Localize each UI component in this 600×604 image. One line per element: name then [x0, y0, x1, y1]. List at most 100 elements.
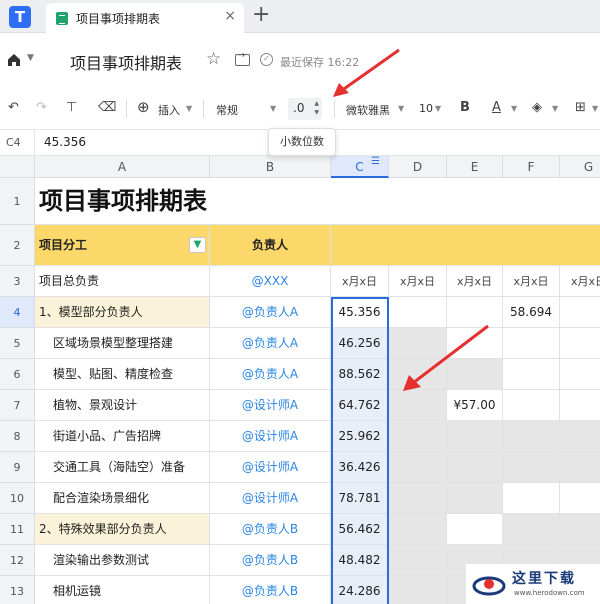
value-cell-e[interactable] [447, 483, 503, 514]
cell-reference[interactable]: C4 [6, 136, 21, 149]
value-cell-c[interactable]: 46.256 [331, 328, 389, 359]
value-cell-f[interactable] [503, 359, 560, 390]
chevron-down-icon[interactable]: ▼ [27, 53, 34, 63]
column-header-g[interactable]: G [560, 156, 600, 178]
owner-cell[interactable]: @负责人B [210, 514, 331, 545]
header-cell-dates[interactable] [331, 225, 600, 266]
value-cell-g[interactable] [560, 359, 600, 390]
clear-format-icon[interactable]: ⌫ [98, 100, 116, 115]
column-header-e[interactable]: E [447, 156, 503, 178]
owner-cell[interactable]: @负责人B [210, 545, 331, 576]
value-cell-e[interactable] [447, 514, 503, 545]
select-all-corner[interactable] [0, 156, 35, 178]
value-cell-d[interactable] [389, 452, 447, 483]
filter-icon[interactable]: ▼ [189, 237, 206, 253]
value-cell-f[interactable] [503, 421, 560, 452]
chevron-down-icon[interactable]: ▼ [592, 104, 598, 113]
redo-icon[interactable]: ↷ [36, 100, 47, 115]
value-cell-c[interactable]: 45.356 [331, 297, 389, 328]
value-cell-e[interactable] [447, 297, 503, 328]
value-cell-f[interactable] [503, 483, 560, 514]
increase-decimal-icon[interactable]: ▲ [314, 100, 319, 107]
value-cell-e[interactable] [447, 359, 503, 390]
header-cell-project[interactable]: 项目分工 [35, 225, 210, 266]
task-cell[interactable]: 渲染输出参数测试 [35, 545, 210, 576]
formula-input[interactable]: 45.356 [44, 135, 86, 149]
date-header-cell[interactable]: x月x日 [331, 266, 389, 297]
value-cell-f[interactable] [503, 452, 560, 483]
date-header-cell[interactable]: x月x日 [447, 266, 503, 297]
value-cell-g[interactable] [560, 390, 600, 421]
row-header-9[interactable]: 9 [0, 452, 35, 483]
app-logo-icon[interactable]: T [9, 6, 31, 28]
value-cell-f[interactable] [503, 390, 560, 421]
spreadsheet-grid[interactable]: A B C ☰ D E F G 1 2 3 4 5 6 7 8 9 10 11 12 13 项目事项排期表 项目分工 负责人 ▼… [0, 156, 600, 604]
value-cell-g[interactable] [560, 421, 600, 452]
row-header-11[interactable]: 11 [0, 514, 35, 545]
value-cell-e[interactable] [447, 421, 503, 452]
value-cell-e[interactable] [447, 328, 503, 359]
column-header-b[interactable]: B [210, 156, 331, 178]
value-cell-g[interactable] [560, 452, 600, 483]
task-cell[interactable]: 2、特殊效果部分负责人 [35, 514, 210, 545]
value-cell-d[interactable] [389, 421, 447, 452]
value-cell-d[interactable] [389, 576, 447, 604]
chevron-down-icon[interactable]: ▼ [511, 104, 517, 113]
chevron-down-icon[interactable]: ▼ [398, 104, 404, 113]
value-cell-c[interactable]: 25.962 [331, 421, 389, 452]
column-header-a[interactable]: A [35, 156, 210, 178]
task-cell[interactable]: 配合渲染场景细化 [35, 483, 210, 514]
value-cell-c[interactable]: 88.562 [331, 359, 389, 390]
owner-cell[interactable]: @设计师A [210, 483, 331, 514]
close-icon[interactable]: × [224, 8, 236, 24]
row-header-12[interactable]: 12 [0, 545, 35, 576]
owner-cell[interactable]: @负责人A [210, 328, 331, 359]
value-cell-c[interactable]: 64.762 [331, 390, 389, 421]
value-cell-c[interactable]: 24.286 [331, 576, 389, 604]
value-cell-g[interactable] [560, 297, 600, 328]
value-cell-g[interactable] [560, 514, 600, 545]
value-cell-d[interactable] [389, 390, 447, 421]
value-cell-g[interactable] [560, 328, 600, 359]
decrease-decimal-icon[interactable]: ▼ [314, 109, 319, 116]
task-cell[interactable]: 1、模型部分负责人 [35, 297, 210, 328]
number-format-select[interactable]: 常规 [216, 102, 238, 118]
date-header-cell[interactable]: x月x日 [389, 266, 447, 297]
insert-button[interactable]: 插入 [158, 102, 180, 118]
value-cell-f[interactable] [503, 328, 560, 359]
row-header-6[interactable]: 6 [0, 359, 35, 390]
row-header-8[interactable]: 8 [0, 421, 35, 452]
value-cell-d[interactable] [389, 359, 447, 390]
task-cell[interactable]: 相机运镜 [35, 576, 210, 604]
value-cell-d[interactable] [389, 483, 447, 514]
format-painter-icon[interactable]: ⊤ [66, 100, 77, 115]
value-cell-c[interactable]: 36.426 [331, 452, 389, 483]
bold-button[interactable]: B [460, 100, 470, 115]
value-cell-e[interactable] [447, 452, 503, 483]
date-header-cell[interactable]: x月x日 [503, 266, 560, 297]
insert-plus-icon[interactable]: ⊕ [137, 98, 150, 116]
owner-cell[interactable]: @设计师A [210, 390, 331, 421]
task-cell[interactable]: 植物、景观设计 [35, 390, 210, 421]
value-cell-c[interactable]: 56.462 [331, 514, 389, 545]
row-header-7[interactable]: 7 [0, 390, 35, 421]
header-cell-owner[interactable]: 负责人 [210, 225, 331, 266]
borders-icon[interactable]: ⊞ [575, 100, 586, 115]
task-cell[interactable]: 交通工具（海陆空）准备 [35, 452, 210, 483]
row-header-3[interactable]: 3 [0, 266, 35, 297]
row-header-13[interactable]: 13 [0, 576, 35, 604]
chevron-down-icon[interactable]: ▼ [270, 104, 276, 113]
value-cell-d[interactable] [389, 545, 447, 576]
value-cell-d[interactable] [389, 297, 447, 328]
home-icon[interactable] [7, 53, 21, 67]
task-cell[interactable]: 区域场景模型整理搭建 [35, 328, 210, 359]
font-family-select[interactable]: 微软雅黑 [346, 102, 390, 118]
row-header-2[interactable]: 2 [0, 225, 35, 266]
row-header-4[interactable]: 4 [0, 297, 35, 328]
owner-cell[interactable]: @设计师A [210, 452, 331, 483]
value-cell-d[interactable] [389, 328, 447, 359]
fill-color-icon[interactable]: ◈ [532, 100, 542, 115]
chevron-down-icon[interactable]: ▼ [552, 104, 558, 113]
cell-project-lead-owner[interactable]: @XXX [210, 266, 331, 297]
document-title[interactable]: 项目事项排期表 [70, 50, 182, 74]
